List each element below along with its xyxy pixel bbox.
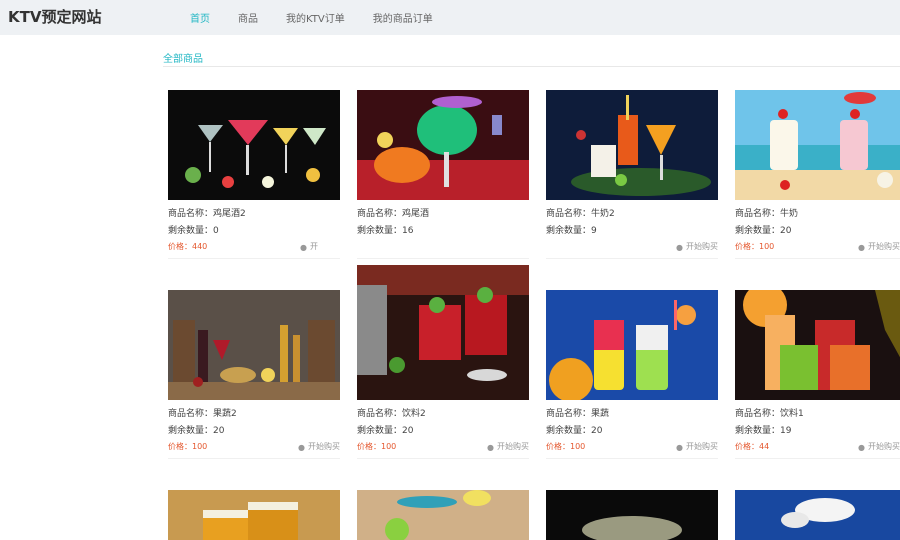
product-name: 商品名称：饮料2	[357, 409, 426, 419]
product-price: 价格：440	[168, 242, 208, 251]
user-icon: ●	[676, 443, 683, 452]
product-stock: 剩余数量：20	[735, 226, 792, 236]
product-image[interactable]	[357, 490, 529, 540]
product-name: 商品名称：饮料1	[735, 409, 804, 419]
product-image[interactable]	[357, 265, 529, 400]
buy-button[interactable]: ● 开始购买	[676, 241, 718, 252]
product-name: 商品名称：鸡尾酒	[357, 209, 430, 219]
product-card[interactable]: 商品名称：饮料1 剩余数量：19 价格：44 ● 开始购买	[735, 290, 900, 460]
buy-button[interactable]: ● 开始购买	[487, 441, 529, 452]
product-image[interactable]	[168, 290, 340, 400]
product-stock: 剩余数量：16	[357, 226, 414, 236]
product-card[interactable]: 商品名称：鸡尾酒2 剩余数量：0 价格：440 ● 开	[168, 90, 340, 260]
product-price: 价格：100	[168, 442, 208, 451]
user-icon: ●	[300, 243, 307, 252]
product-image[interactable]	[735, 290, 900, 400]
product-name: 商品名称：牛奶	[735, 209, 799, 219]
user-icon: ●	[676, 243, 683, 252]
card-divider	[168, 458, 340, 459]
product-name: 商品名称：果蔬2	[168, 409, 237, 419]
card-divider	[735, 258, 900, 259]
product-image[interactable]	[546, 490, 718, 540]
user-icon: ●	[298, 443, 305, 452]
product-stock: 剩余数量：19	[735, 426, 792, 436]
product-card[interactable]: 商品名称：牛奶 剩余数量：20 价格：100 ● 开始购买	[735, 90, 900, 260]
user-icon: ●	[858, 443, 865, 452]
product-card[interactable]: 商品名称：牛奶2 剩余数量：9 ● 开始购买	[546, 90, 718, 260]
product-stock: 剩余数量：9	[546, 226, 597, 236]
user-icon: ●	[487, 443, 494, 452]
product-grid: 商品名称：鸡尾酒2 剩余数量：0 价格：440 ● 开 商品名称：鸡尾酒 剩余数量…	[0, 0, 900, 540]
card-divider	[168, 258, 340, 259]
product-image[interactable]	[357, 90, 529, 200]
product-card[interactable]: 商品名称：果蔬 剩余数量：20 价格：100 ● 开始购买	[546, 290, 718, 460]
card-divider	[357, 458, 529, 459]
card-divider	[546, 258, 718, 259]
product-name: 商品名称：牛奶2	[546, 209, 615, 219]
card-divider	[546, 458, 718, 459]
product-image[interactable]	[735, 490, 900, 540]
product-stock: 剩余数量：0	[168, 226, 219, 236]
product-price: 价格：44	[735, 442, 770, 451]
buy-button[interactable]: ● 开始购买	[858, 241, 900, 252]
product-name: 商品名称：鸡尾酒2	[168, 209, 246, 219]
product-card[interactable]: 商品名称：果蔬2 剩余数量：20 价格：100 ● 开始购买	[168, 290, 340, 460]
buy-button[interactable]: ● 开	[300, 241, 318, 252]
user-icon: ●	[858, 243, 865, 252]
product-stock: 剩余数量：20	[168, 426, 225, 436]
product-image[interactable]	[168, 490, 340, 540]
product-image[interactable]	[168, 90, 340, 200]
product-card[interactable]: 商品名称：饮料2 剩余数量：20 价格：100 ● 开始购买	[357, 265, 529, 459]
product-stock: 剩余数量：20	[357, 426, 414, 436]
product-image[interactable]	[546, 290, 718, 400]
product-price: 价格：100	[735, 242, 775, 251]
product-image[interactable]	[546, 90, 718, 200]
product-price: 价格：100	[546, 442, 586, 451]
card-divider	[357, 258, 529, 259]
buy-button[interactable]: ● 开始购买	[676, 441, 718, 452]
card-divider	[735, 458, 900, 459]
product-name: 商品名称：果蔬	[546, 409, 610, 419]
product-card[interactable]: 商品名称：鸡尾酒 剩余数量：16	[357, 90, 529, 260]
product-stock: 剩余数量：20	[546, 426, 603, 436]
buy-button[interactable]: ● 开始购买	[298, 441, 340, 452]
buy-button[interactable]: ● 开始购买	[858, 441, 900, 452]
product-price: 价格：100	[357, 442, 397, 451]
product-image[interactable]	[735, 90, 900, 200]
